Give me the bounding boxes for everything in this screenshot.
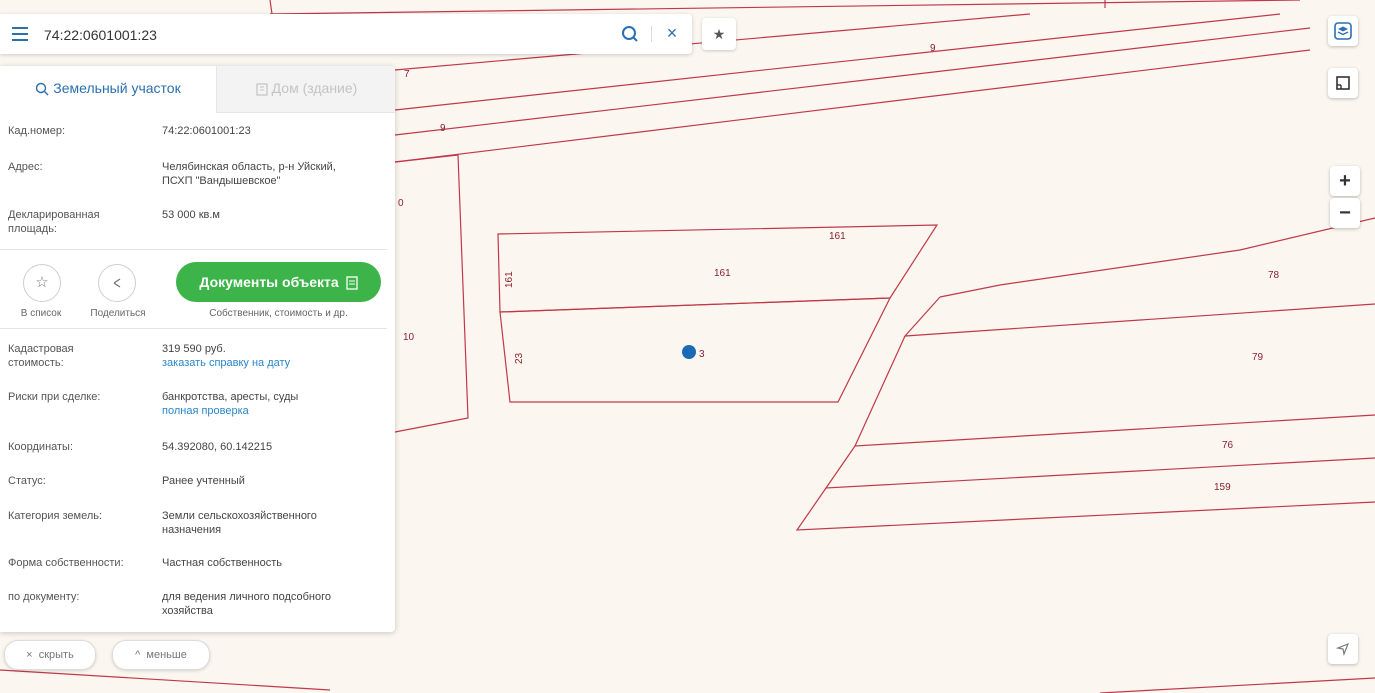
add-to-list-button[interactable]: ☆ <box>23 264 61 302</box>
tab-label: Дом (здание) <box>271 80 358 96</box>
ruler-icon <box>1336 75 1350 90</box>
document-icon <box>345 276 358 290</box>
cad-number-link[interactable]: 74:22:0601001:23 <box>162 124 387 138</box>
parcel-label: 161 <box>714 268 731 279</box>
navigation-arrow-icon <box>1335 642 1350 656</box>
parcel-border <box>269 0 273 15</box>
chevron-up-icon: ^ <box>135 649 141 661</box>
field-label: Категория земель: <box>8 510 103 522</box>
parcel-label: 76 <box>1222 440 1234 451</box>
collapse-panel-button[interactable]: ^ меньше <box>112 640 210 670</box>
parcel-label: 23 <box>514 352 525 364</box>
divider <box>0 249 387 250</box>
parcel-label: 161 <box>504 271 515 288</box>
field-label: Форма собственности: <box>8 557 124 569</box>
search-input[interactable] <box>42 22 606 48</box>
field-label: Координаты: <box>8 441 74 453</box>
layers-button[interactable] <box>1328 16 1358 46</box>
field-label: по документу: <box>8 591 80 603</box>
parcel-label: 3 <box>699 349 705 360</box>
add-to-list-caption: В список <box>20 308 62 319</box>
parcel-border <box>394 154 469 433</box>
field-label: Статус: <box>8 475 46 487</box>
geolocation-button[interactable] <box>1328 634 1358 664</box>
share-button[interactable] <box>98 264 136 302</box>
parcel-border <box>854 335 1375 447</box>
building-icon <box>256 83 268 96</box>
parcel-label: 9 <box>440 123 446 134</box>
field-value: Частная собственность <box>162 557 283 569</box>
divider <box>0 328 387 329</box>
parcel-label: 161 <box>829 231 846 242</box>
share-icon <box>113 278 121 288</box>
share-caption: Поделиться <box>90 308 146 319</box>
parcel-border <box>903 296 1375 337</box>
zoom-out-button[interactable]: − <box>1330 198 1360 228</box>
field-value: для ведения личного подсобного хозяйства <box>162 591 332 617</box>
parcel-border <box>824 445 1375 489</box>
parcel-label: 159 <box>1214 482 1231 493</box>
layers-icon <box>1334 21 1352 40</box>
search-plot-icon <box>36 83 49 96</box>
close-icon[interactable]: × <box>662 23 682 43</box>
tab-house[interactable]: Дом (здание) <box>216 66 395 113</box>
field-value: 53 000 кв.м <box>162 209 220 221</box>
zoom-in-button[interactable]: + <box>1330 166 1360 196</box>
parcel-label: 7 <box>404 69 410 80</box>
search-divider <box>651 26 652 42</box>
close-icon: × <box>26 649 33 661</box>
tab-label: Земельный участок <box>53 80 181 96</box>
parcel-label: 78 <box>1268 270 1280 281</box>
full-check-link[interactable]: полная проверка <box>162 405 249 417</box>
docs-caption: Собственник, стоимость и др. <box>209 308 348 319</box>
menu-icon[interactable] <box>12 27 28 41</box>
field-label: Декларированная площадь: <box>8 209 100 235</box>
favorite-star-button[interactable]: ★ <box>702 18 736 50</box>
field-value: 54.392080, 60.142215 <box>162 441 273 453</box>
parcel-info-panel: Земельный участок Дом (здание) Кад.номер… <box>0 66 395 632</box>
parcel-label: 79 <box>1252 352 1264 363</box>
field-value: банкротства, аресты, суды полная проверка <box>162 391 299 417</box>
tab-land-plot[interactable]: Земельный участок <box>0 66 216 112</box>
parcel-border <box>1099 677 1375 693</box>
parcel-border <box>269 0 1301 15</box>
search-icon[interactable] <box>620 24 640 44</box>
parcel-border <box>795 487 1375 531</box>
parcel-border <box>0 669 331 691</box>
field-value: Земли сельскохозяйственного назначения <box>162 510 317 536</box>
panel-tabs: Земельный участок Дом (здание) <box>0 66 395 113</box>
order-certificate-link[interactable]: заказать справку на дату <box>162 357 290 369</box>
parcel-border <box>394 49 1311 163</box>
field-value: Ранее учтенный <box>162 475 245 487</box>
parcel-label: 0 <box>398 198 404 209</box>
hide-panel-button[interactable]: × скрыть <box>4 640 96 670</box>
ruler-button[interactable] <box>1328 68 1358 98</box>
field-value: 319 590 руб. заказать справку на дату <box>162 343 291 369</box>
field-label: Кадастровая стоимость: <box>8 343 74 369</box>
field-value: Челябинская область, р-н Уйский, ПСХП "Ва… <box>162 161 336 187</box>
field-label: Кад.номер: <box>8 125 66 137</box>
parcel-label: 10 <box>403 332 415 343</box>
object-documents-button[interactable]: Документы объекта <box>176 262 381 302</box>
search-bar: × <box>0 14 692 54</box>
field-label: Адрес: <box>8 161 43 173</box>
field-label: Риски при сделке: <box>8 391 101 403</box>
parcel-label: 9 <box>930 43 936 54</box>
parcel-border <box>939 217 1375 298</box>
location-marker[interactable] <box>682 345 696 359</box>
